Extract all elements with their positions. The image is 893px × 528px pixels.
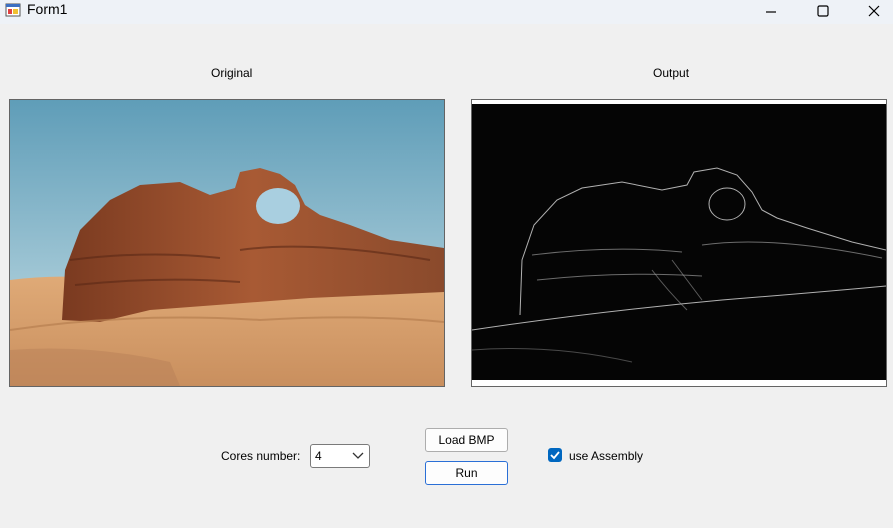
checkmark-icon: [550, 451, 560, 460]
title-bar: Form1: [0, 0, 893, 24]
close-button[interactable]: [851, 0, 893, 22]
use-assembly-checkbox[interactable]: [548, 448, 562, 462]
close-icon: [868, 5, 880, 17]
minimize-icon: [766, 11, 776, 13]
cores-number-label: Cores number:: [221, 449, 301, 463]
load-bmp-button[interactable]: Load BMP: [425, 428, 508, 452]
output-picture-box: [471, 99, 887, 387]
chevron-down-icon: [352, 452, 364, 459]
run-button[interactable]: Run: [425, 461, 508, 485]
original-picture-box: [9, 99, 445, 387]
maximize-button[interactable]: [800, 0, 846, 22]
form-app-icon: [5, 3, 21, 17]
window-title: Form1: [27, 1, 68, 17]
minimize-button[interactable]: [748, 0, 794, 22]
output-image: [472, 104, 886, 380]
original-image: [10, 100, 444, 386]
cores-number-value: 4: [315, 449, 322, 463]
use-assembly-label[interactable]: use Assembly: [569, 449, 643, 463]
cores-number-select[interactable]: 4: [310, 444, 370, 468]
maximize-icon: [817, 5, 829, 17]
output-label: Output: [653, 66, 690, 80]
original-label: Original: [211, 66, 253, 80]
